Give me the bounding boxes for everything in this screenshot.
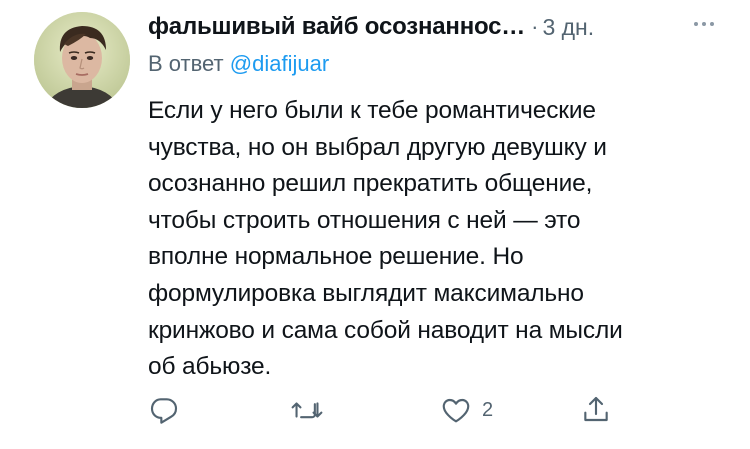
retweet-button[interactable] <box>290 392 324 428</box>
tweet-text-line: чтобы строить отношения с ней — это <box>148 206 581 234</box>
tweet-text: Если у него были к тебе романтические чу… <box>148 93 728 386</box>
avatar-photo <box>34 12 130 108</box>
tweet-text-line: осознанно решил прекратить общение, <box>148 170 593 198</box>
more-options-icon[interactable] <box>690 14 718 34</box>
tweet-text-line: об абьюзе. <box>148 353 272 381</box>
reply-handle-link[interactable]: @diafijuar <box>230 51 329 76</box>
avatar[interactable] <box>34 12 130 108</box>
like-button[interactable]: 2 <box>440 392 493 428</box>
tweet-text-line: вполне нормальное решение. Но <box>148 243 524 271</box>
tweet-header: фальшивый вайб осознаннос… · 3 дн. <box>148 10 728 44</box>
timestamp[interactable]: 3 дн. <box>542 14 594 41</box>
reply-icon <box>148 394 180 426</box>
share-icon <box>580 394 612 426</box>
tweet-text-line: формулировка выглядит максимально <box>148 279 584 307</box>
tweet-text-line: чувства, но он выбрал другую девушку и <box>148 133 607 161</box>
tweet-text-line: кринжово и сама собой наводит на мысли <box>148 316 623 344</box>
action-bar: 2 <box>0 392 750 428</box>
display-name[interactable]: фальшивый вайб осознаннос… <box>148 13 525 41</box>
like-count: 2 <box>482 398 494 421</box>
reply-button[interactable] <box>148 392 180 428</box>
separator-dot: · <box>531 14 539 39</box>
retweet-icon <box>290 394 324 426</box>
reply-context: В ответ @diafijuar <box>148 51 329 77</box>
tweet-text-line: Если у него были к тебе романтические <box>148 97 596 124</box>
reply-prefix: В ответ <box>148 51 224 76</box>
share-button[interactable] <box>580 392 612 428</box>
heart-icon <box>440 394 472 426</box>
tweet[interactable]: фальшивый вайб осознаннос… · 3 дн. В отв… <box>0 0 750 449</box>
